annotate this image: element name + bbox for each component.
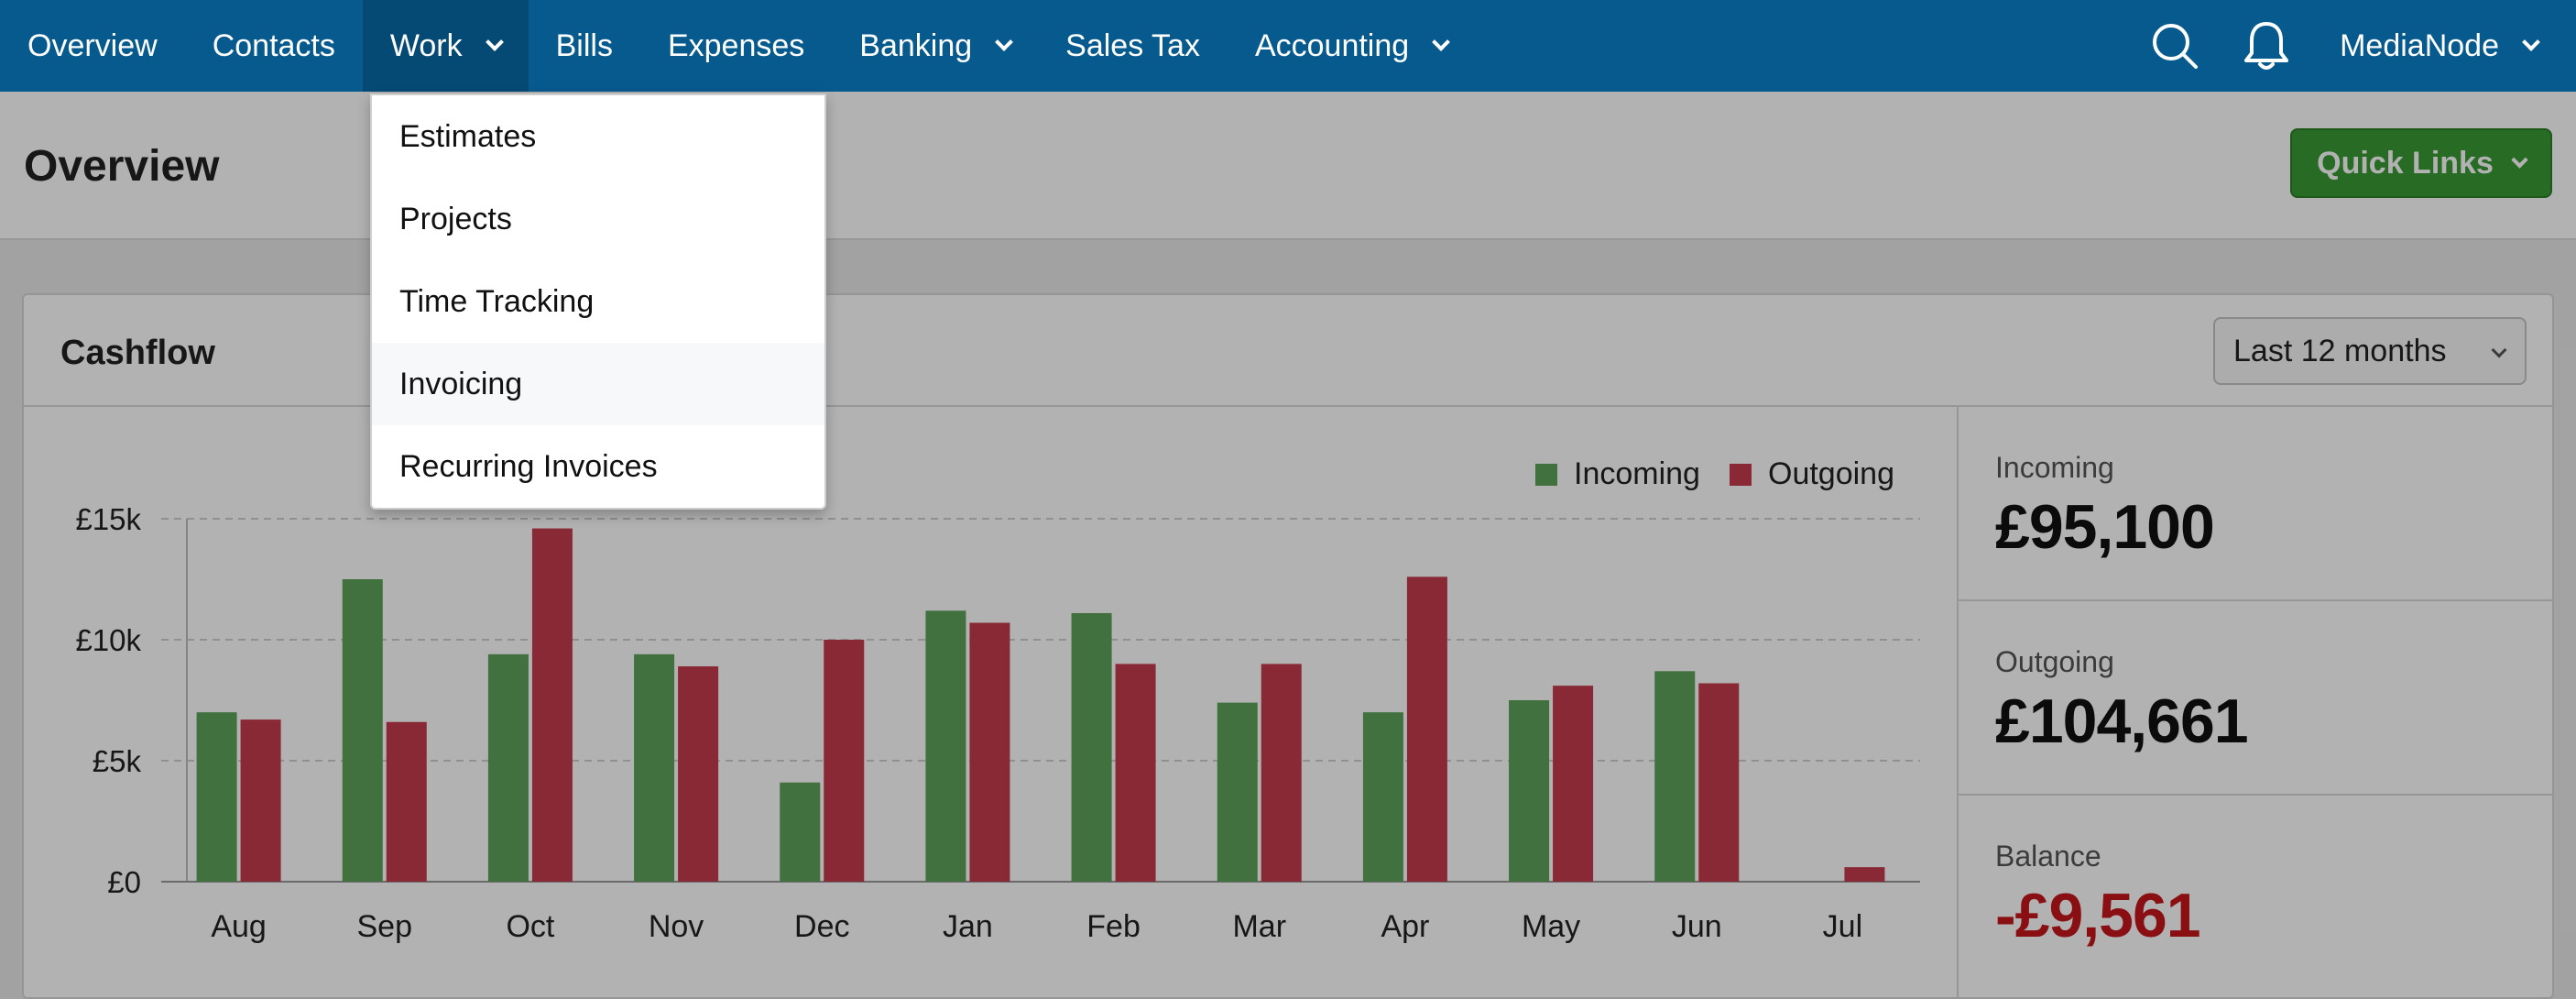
account-name: MediaNode — [2340, 27, 2499, 63]
chevron-down-icon — [1432, 33, 1451, 51]
nav-accounting[interactable]: Accounting — [1228, 0, 1475, 92]
search-button[interactable] — [2129, 0, 2221, 92]
nav-contacts[interactable]: Contacts — [185, 0, 363, 92]
menu-item-invoicing[interactable]: Invoicing — [372, 343, 824, 425]
nav-bills-label: Bills — [555, 27, 613, 63]
notifications-button[interactable] — [2221, 0, 2312, 92]
nav-expenses[interactable]: Expenses — [640, 0, 832, 92]
menu-item-estimates[interactable]: Estimates — [372, 95, 824, 178]
nav-work[interactable]: Work — [362, 0, 529, 92]
nav-bills[interactable]: Bills — [529, 0, 640, 92]
nav-sales-tax[interactable]: Sales Tax — [1038, 0, 1228, 92]
search-icon — [2153, 24, 2199, 69]
nav-expenses-label: Expenses — [667, 27, 805, 63]
nav-sales-tax-label: Sales Tax — [1065, 27, 1200, 63]
menu-item-time-tracking[interactable]: Time Tracking — [372, 260, 824, 343]
chevron-down-icon — [2522, 33, 2540, 51]
nav-accounting-label: Accounting — [1254, 27, 1410, 63]
top-nav: Overview Contacts Work Bills Expenses Ba… — [0, 0, 2576, 92]
nav-banking[interactable]: Banking — [832, 0, 1038, 92]
nav-contacts-label: Contacts — [212, 27, 335, 63]
nav-right: MediaNode — [2129, 0, 2576, 92]
menu-item-recurring-invoices[interactable]: Recurring Invoices — [372, 425, 824, 508]
chevron-down-icon — [995, 33, 1014, 51]
nav-overview-label: Overview — [27, 27, 158, 63]
nav-banking-label: Banking — [859, 27, 973, 63]
bell-icon — [2244, 22, 2289, 70]
account-menu[interactable]: MediaNode — [2312, 0, 2576, 92]
chevron-down-icon — [485, 33, 504, 51]
work-dropdown-menu: Estimates Projects Time Tracking Invoici… — [370, 93, 826, 510]
menu-item-projects[interactable]: Projects — [372, 178, 824, 260]
nav-work-label: Work — [389, 27, 463, 63]
nav-overview[interactable]: Overview — [0, 0, 185, 92]
